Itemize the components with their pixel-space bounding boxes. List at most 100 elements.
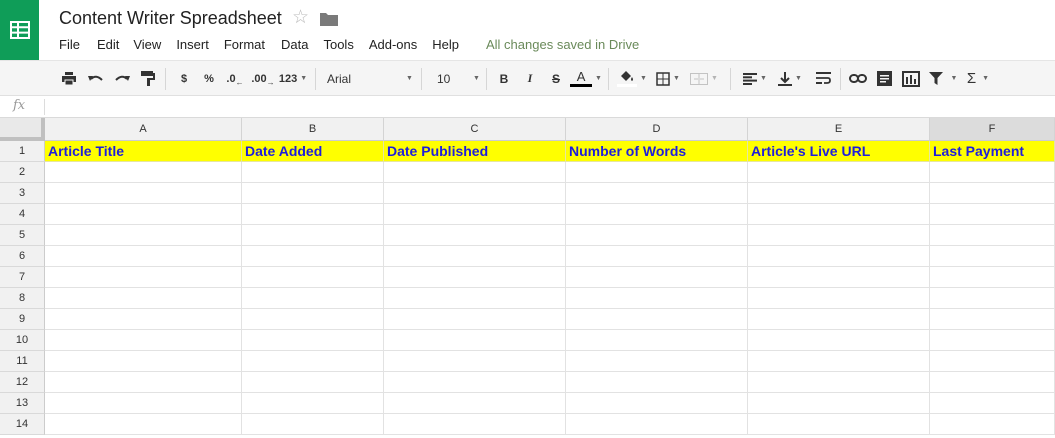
cell-c2[interactable] [384, 162, 566, 183]
formula-input[interactable] [48, 96, 1048, 118]
cell-b5[interactable] [242, 225, 384, 246]
cell-a14[interactable] [45, 414, 242, 435]
cell-f6[interactable] [930, 246, 1055, 267]
cell-c3[interactable] [384, 183, 566, 204]
cell-d6[interactable] [566, 246, 748, 267]
cell-e13[interactable] [748, 393, 930, 414]
column-header-d[interactable]: D [566, 118, 748, 141]
cell-a1[interactable]: Article Title [45, 141, 242, 162]
borders-button[interactable]: ▼ [652, 61, 684, 96]
cell-e1[interactable]: Article's Live URL [748, 141, 930, 162]
cell-f5[interactable] [930, 225, 1055, 246]
cell-f7[interactable] [930, 267, 1055, 288]
row-header-2[interactable]: 2 [0, 162, 45, 183]
text-wrapping-button[interactable] [812, 61, 834, 96]
print-icon[interactable] [59, 61, 79, 96]
cell-f1[interactable]: Last Payment [930, 141, 1055, 162]
cell-a5[interactable] [45, 225, 242, 246]
insert-comment-icon[interactable] [874, 61, 894, 96]
row-header-3[interactable]: 3 [0, 183, 45, 204]
cell-c5[interactable] [384, 225, 566, 246]
cell-b14[interactable] [242, 414, 384, 435]
menu-data[interactable]: Data [281, 37, 308, 55]
percent-format-button[interactable]: % [200, 61, 218, 96]
menu-insert[interactable]: Insert [176, 37, 209, 55]
cell-e6[interactable] [748, 246, 930, 267]
cell-b13[interactable] [242, 393, 384, 414]
row-header-8[interactable]: 8 [0, 288, 45, 309]
cell-c9[interactable] [384, 309, 566, 330]
row-header-13[interactable]: 13 [0, 393, 45, 414]
cell-f10[interactable] [930, 330, 1055, 351]
text-color-button[interactable]: A ▼ [569, 61, 603, 96]
insert-link-icon[interactable] [848, 61, 868, 96]
cell-a12[interactable] [45, 372, 242, 393]
star-icon[interactable]: ☆ [292, 8, 309, 28]
cell-c4[interactable] [384, 204, 566, 225]
cell-b4[interactable] [242, 204, 384, 225]
menu-add-ons[interactable]: Add-ons [369, 37, 417, 55]
cell-e4[interactable] [748, 204, 930, 225]
cell-a9[interactable] [45, 309, 242, 330]
cell-f11[interactable] [930, 351, 1055, 372]
menu-view[interactable]: View [133, 37, 161, 55]
cell-e9[interactable] [748, 309, 930, 330]
cell-a6[interactable] [45, 246, 242, 267]
more-formats-button[interactable]: 123 ▼ [277, 61, 309, 96]
cell-f8[interactable] [930, 288, 1055, 309]
undo-icon[interactable] [86, 61, 106, 96]
row-header-12[interactable]: 12 [0, 372, 45, 393]
cell-c8[interactable] [384, 288, 566, 309]
cell-e14[interactable] [748, 414, 930, 435]
sheets-logo-icon[interactable] [0, 0, 39, 60]
cell-c7[interactable] [384, 267, 566, 288]
cell-e2[interactable] [748, 162, 930, 183]
menu-tools[interactable]: Tools [323, 37, 353, 55]
cell-d8[interactable] [566, 288, 748, 309]
folder-icon[interactable] [320, 12, 338, 31]
cell-c13[interactable] [384, 393, 566, 414]
column-header-b[interactable]: B [242, 118, 384, 141]
cell-b8[interactable] [242, 288, 384, 309]
menu-file[interactable]: File [59, 37, 80, 55]
menu-edit[interactable]: Edit [97, 37, 119, 55]
cell-a7[interactable] [45, 267, 242, 288]
cell-d1[interactable]: Number of Words [566, 141, 748, 162]
cell-a3[interactable] [45, 183, 242, 204]
cell-d9[interactable] [566, 309, 748, 330]
row-header-6[interactable]: 6 [0, 246, 45, 267]
cell-d12[interactable] [566, 372, 748, 393]
merge-cells-button[interactable]: ▼ [686, 61, 722, 96]
cell-b2[interactable] [242, 162, 384, 183]
menu-format[interactable]: Format [224, 37, 265, 55]
select-all-corner[interactable] [0, 118, 45, 141]
column-header-e[interactable]: E [748, 118, 930, 141]
cell-a13[interactable] [45, 393, 242, 414]
insert-chart-icon[interactable] [900, 61, 922, 96]
cell-c6[interactable] [384, 246, 566, 267]
cell-c11[interactable] [384, 351, 566, 372]
cell-c12[interactable] [384, 372, 566, 393]
paint-format-icon[interactable] [138, 61, 158, 96]
column-header-a[interactable]: A [45, 118, 242, 141]
cell-a11[interactable] [45, 351, 242, 372]
row-header-4[interactable]: 4 [0, 204, 45, 225]
bold-button[interactable]: B [495, 61, 513, 96]
row-header-11[interactable]: 11 [0, 351, 45, 372]
cell-c10[interactable] [384, 330, 566, 351]
cell-d14[interactable] [566, 414, 748, 435]
column-header-f[interactable]: F [930, 118, 1055, 141]
cell-b6[interactable] [242, 246, 384, 267]
redo-icon[interactable] [112, 61, 132, 96]
cell-f9[interactable] [930, 309, 1055, 330]
horizontal-align-button[interactable]: ▼ [738, 61, 772, 96]
cell-d4[interactable] [566, 204, 748, 225]
cell-b9[interactable] [242, 309, 384, 330]
font-size-select[interactable]: 10 ▼ [437, 61, 480, 96]
strikethrough-button[interactable]: S [547, 61, 565, 96]
row-header-10[interactable]: 10 [0, 330, 45, 351]
italic-button[interactable]: I [521, 61, 539, 96]
cell-a4[interactable] [45, 204, 242, 225]
cell-b1[interactable]: Date Added [242, 141, 384, 162]
cell-f2[interactable] [930, 162, 1055, 183]
